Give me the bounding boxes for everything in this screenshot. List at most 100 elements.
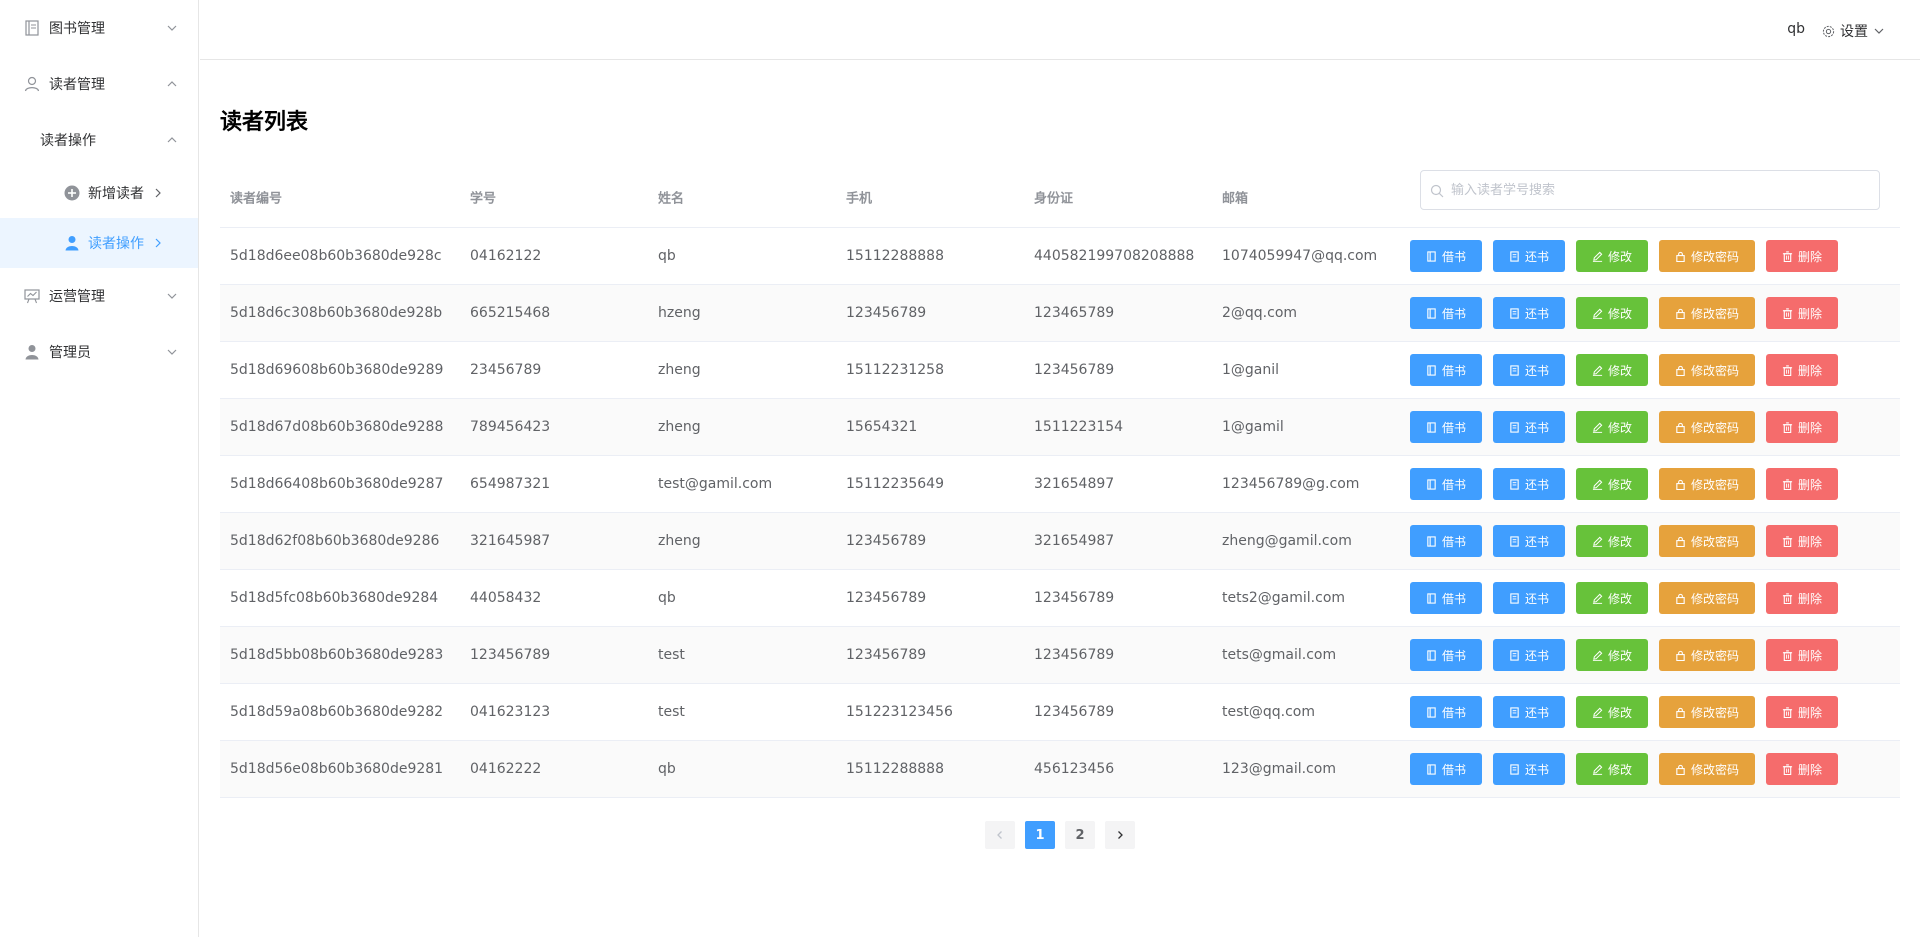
cell-reader-id: 5d18d56e08b60b3680de9281 [230, 761, 444, 777]
change-password-button-label: 修改密码 [1690, 591, 1739, 606]
return-button[interactable]: 还书 [1493, 696, 1565, 728]
edit-button[interactable]: 修改 [1576, 525, 1648, 557]
col-email: 邮箱 [1222, 191, 1249, 206]
chevron-left-icon [995, 830, 1005, 840]
return-button[interactable]: 还书 [1493, 297, 1565, 329]
chevron-up-icon [166, 78, 178, 90]
search-input[interactable] [1451, 171, 1871, 209]
plus-circle-icon [64, 185, 80, 201]
page-1-button[interactable]: 1 [1025, 821, 1055, 849]
delete-button-label: 删除 [1797, 363, 1822, 378]
book-icon [1426, 478, 1437, 490]
menu-reader-ops-group[interactable]: 读者操作 [0, 112, 198, 168]
menu-add-reader[interactable]: 新增读者 [0, 168, 198, 218]
edit-button[interactable]: 修改 [1576, 468, 1648, 500]
menu-reader-ops-item[interactable]: 读者操作 [0, 218, 198, 268]
delete-button[interactable]: 删除 [1766, 468, 1838, 500]
change-password-button[interactable]: 修改密码 [1659, 582, 1755, 614]
change-password-button-label: 修改密码 [1690, 477, 1739, 492]
menu-reader-ops-item-label: 读者操作 [88, 236, 144, 252]
return-button[interactable]: 还书 [1493, 240, 1565, 272]
borrow-button[interactable]: 借书 [1410, 525, 1482, 557]
col-name: 姓名 [658, 191, 685, 206]
next-page-button[interactable] [1105, 821, 1135, 849]
delete-button-label: 删除 [1797, 306, 1822, 321]
cell-student-no: 789456423 [470, 419, 551, 435]
book-return-icon [1509, 250, 1520, 262]
menu-admin[interactable]: 管理员 [0, 324, 198, 380]
change-password-button[interactable]: 修改密码 [1659, 639, 1755, 671]
edit-button[interactable]: 修改 [1576, 354, 1648, 386]
return-button[interactable]: 还书 [1493, 354, 1565, 386]
borrow-button[interactable]: 借书 [1410, 411, 1482, 443]
borrow-button[interactable]: 借书 [1410, 582, 1482, 614]
edit-icon [1592, 593, 1603, 604]
delete-button[interactable]: 删除 [1766, 582, 1838, 614]
change-password-button[interactable]: 修改密码 [1659, 297, 1755, 329]
delete-button[interactable]: 删除 [1766, 639, 1838, 671]
table-row: 5d18d56e08b60b3680de9281 04162222 qb 151122… [220, 741, 1900, 798]
change-password-button[interactable]: 修改密码 [1659, 240, 1755, 272]
lock-icon [1675, 707, 1686, 718]
edit-button-label: 修改 [1607, 306, 1632, 321]
return-button[interactable]: 还书 [1493, 411, 1565, 443]
change-password-button[interactable]: 修改密码 [1659, 411, 1755, 443]
book-return-icon [1509, 706, 1520, 718]
change-password-button[interactable]: 修改密码 [1659, 525, 1755, 557]
change-password-button[interactable]: 修改密码 [1659, 468, 1755, 500]
return-button[interactable]: 还书 [1493, 582, 1565, 614]
edit-button[interactable]: 修改 [1576, 753, 1648, 785]
edit-button[interactable]: 修改 [1576, 297, 1648, 329]
return-button[interactable]: 还书 [1493, 525, 1565, 557]
table-row: 5d18d5bb08b60b3680de9283 123456789 test 123… [220, 627, 1900, 684]
table-row: 5d18d67d08b60b3680de9288 789456423 zheng 15… [220, 399, 1900, 456]
edit-button-label: 修改 [1607, 249, 1632, 264]
delete-button[interactable]: 删除 [1766, 411, 1838, 443]
borrow-button[interactable]: 借书 [1410, 354, 1482, 386]
borrow-button[interactable]: 借书 [1410, 639, 1482, 671]
change-password-button[interactable]: 修改密码 [1659, 753, 1755, 785]
delete-button[interactable]: 删除 [1766, 696, 1838, 728]
borrow-button[interactable]: 借书 [1410, 696, 1482, 728]
change-password-button[interactable]: 修改密码 [1659, 354, 1755, 386]
delete-button[interactable]: 删除 [1766, 240, 1838, 272]
edit-button[interactable]: 修改 [1576, 582, 1648, 614]
delete-button[interactable]: 删除 [1766, 297, 1838, 329]
borrow-button[interactable]: 借书 [1410, 240, 1482, 272]
chevron-right-icon [152, 237, 164, 249]
return-button-label: 还书 [1524, 534, 1549, 549]
trash-icon [1782, 421, 1793, 433]
borrow-button-label: 借书 [1441, 477, 1466, 492]
delete-button[interactable]: 删除 [1766, 753, 1838, 785]
edit-button[interactable]: 修改 [1576, 639, 1648, 671]
delete-button[interactable]: 删除 [1766, 354, 1838, 386]
edit-icon [1592, 251, 1603, 262]
menu-books[interactable]: 图书管理 [0, 0, 198, 56]
menu-readers[interactable]: 读者管理 [0, 56, 198, 112]
borrow-button[interactable]: 借书 [1410, 468, 1482, 500]
cell-name: hzeng [658, 305, 701, 321]
edit-button[interactable]: 修改 [1576, 696, 1648, 728]
user-filled-icon [64, 235, 80, 251]
delete-button[interactable]: 删除 [1766, 525, 1838, 557]
settings-dropdown[interactable]: 设置 [1822, 21, 1885, 41]
return-button[interactable]: 还书 [1493, 468, 1565, 500]
edit-button[interactable]: 修改 [1576, 411, 1648, 443]
borrow-button[interactable]: 借书 [1410, 297, 1482, 329]
return-button[interactable]: 还书 [1493, 639, 1565, 671]
return-button[interactable]: 还书 [1493, 753, 1565, 785]
prev-page-button[interactable] [985, 821, 1015, 849]
book-icon [1426, 364, 1437, 376]
borrow-button-label: 借书 [1441, 705, 1466, 720]
borrow-button[interactable]: 借书 [1410, 753, 1482, 785]
cell-student-no: 321645987 [470, 533, 551, 549]
page-2-button[interactable]: 2 [1065, 821, 1095, 849]
trash-icon [1782, 649, 1793, 661]
cell-id-card: 1511223154 [1034, 419, 1124, 435]
edit-icon [1592, 365, 1603, 376]
menu-operations[interactable]: 运营管理 [0, 268, 198, 324]
edit-button[interactable]: 修改 [1576, 240, 1648, 272]
cell-id-card: 321654897 [1034, 476, 1115, 492]
change-password-button[interactable]: 修改密码 [1659, 696, 1755, 728]
table-row: 5d18d6c308b60b3680de928b 665215468 hzeng 12… [220, 285, 1900, 342]
